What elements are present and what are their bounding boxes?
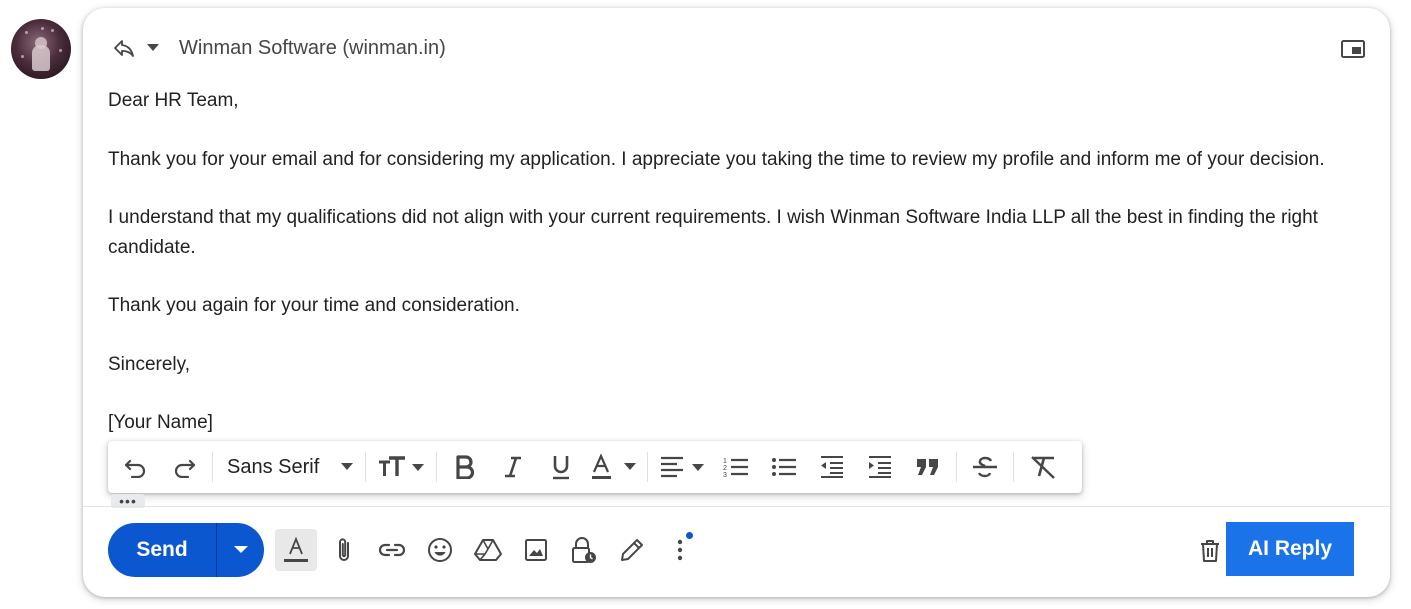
bulleted-list-icon[interactable] bbox=[760, 447, 808, 487]
quote-icon[interactable] bbox=[904, 447, 952, 487]
insert-drive-file-button[interactable] bbox=[467, 529, 509, 571]
link-icon bbox=[378, 543, 406, 557]
underline-icon[interactable] bbox=[537, 447, 585, 487]
send-button[interactable]: Send bbox=[108, 523, 216, 577]
insert-emoji-button[interactable] bbox=[419, 529, 461, 571]
svg-text:1: 1 bbox=[723, 458, 727, 465]
discard-draft-button[interactable] bbox=[1195, 535, 1225, 567]
attach-icon bbox=[339, 538, 349, 561]
chevron-down-icon bbox=[233, 546, 248, 553]
photo-icon bbox=[525, 539, 547, 561]
chevron-down-icon[interactable] bbox=[144, 34, 162, 62]
redo-icon[interactable] bbox=[160, 447, 208, 487]
text-size-icon[interactable] bbox=[370, 447, 432, 487]
closing: Sincerely, bbox=[108, 353, 191, 375]
undo-icon[interactable] bbox=[112, 447, 160, 487]
svg-text:3: 3 bbox=[723, 472, 727, 479]
align-icon[interactable] bbox=[652, 447, 712, 487]
more-options-button[interactable] bbox=[659, 529, 701, 571]
font-family-label: Sans Serif bbox=[227, 455, 320, 478]
numbered-list-icon[interactable]: 123 bbox=[712, 447, 760, 487]
chevron-down-icon bbox=[341, 463, 354, 471]
signature-icon bbox=[621, 539, 643, 561]
message-body[interactable]: Dear HR Team, Thank you for your email a… bbox=[108, 86, 1368, 467]
toolbar-divider bbox=[647, 452, 649, 482]
toolbar-divider bbox=[365, 452, 367, 482]
indent-less-icon[interactable] bbox=[808, 447, 856, 487]
body-paragraph: Thank you for your email and for conside… bbox=[108, 148, 1325, 170]
insert-link-button[interactable] bbox=[371, 529, 413, 571]
insert-photo-button[interactable] bbox=[515, 529, 557, 571]
indent-more-icon[interactable] bbox=[856, 447, 904, 487]
schedule-send-dropdown[interactable] bbox=[217, 523, 264, 577]
reply-compose-card: Winman Software (winman.in) Dear HR Team… bbox=[83, 8, 1390, 597]
greeting: Dear HR Team, bbox=[108, 90, 239, 111]
italic-icon[interactable] bbox=[489, 447, 537, 487]
bold-icon[interactable] bbox=[441, 447, 489, 487]
send-button-group: Send bbox=[108, 523, 264, 577]
more-options-icon bbox=[677, 539, 683, 561]
formatting-toolbar: Sans Serif 123 bbox=[108, 441, 1082, 493]
toolbar-divider bbox=[1013, 452, 1015, 482]
emoji-icon bbox=[428, 538, 452, 562]
avatar[interactable] bbox=[11, 19, 71, 79]
formatting-icon bbox=[284, 536, 308, 562]
compose-action-icons bbox=[275, 527, 707, 573]
svg-text:2: 2 bbox=[723, 465, 727, 472]
notification-dot bbox=[686, 532, 693, 539]
drive-icon bbox=[474, 539, 502, 561]
body-paragraph: I understand that my qualifications did … bbox=[108, 207, 1318, 258]
formatting-options-button[interactable] bbox=[275, 529, 317, 571]
recipient-label[interactable]: Winman Software (winman.in) bbox=[179, 37, 446, 60]
attach-files-button[interactable] bbox=[323, 529, 365, 571]
trash-icon bbox=[1201, 540, 1219, 562]
font-family-select[interactable]: Sans Serif bbox=[217, 447, 361, 487]
ai-reply-button[interactable]: AI Reply bbox=[1226, 522, 1354, 576]
confidential-mode-button[interactable] bbox=[563, 529, 605, 571]
pop-out-icon[interactable] bbox=[1340, 39, 1366, 59]
signature-placeholder: [Your Name] bbox=[108, 412, 213, 433]
insert-signature-button[interactable] bbox=[611, 529, 653, 571]
toolbar-divider bbox=[436, 452, 438, 482]
body-paragraph: Thank you again for your time and consid… bbox=[108, 295, 520, 316]
remove-formatting-icon[interactable] bbox=[1018, 447, 1068, 487]
confidential-icon bbox=[572, 537, 596, 563]
compose-divider bbox=[83, 506, 1390, 507]
strikethrough-icon[interactable] bbox=[961, 447, 1009, 487]
toolbar-divider bbox=[956, 452, 958, 482]
toolbar-divider bbox=[212, 452, 213, 482]
text-color-icon[interactable] bbox=[585, 447, 643, 487]
reply-icon[interactable] bbox=[110, 34, 138, 62]
reply-header: Winman Software (winman.in) bbox=[110, 32, 446, 64]
